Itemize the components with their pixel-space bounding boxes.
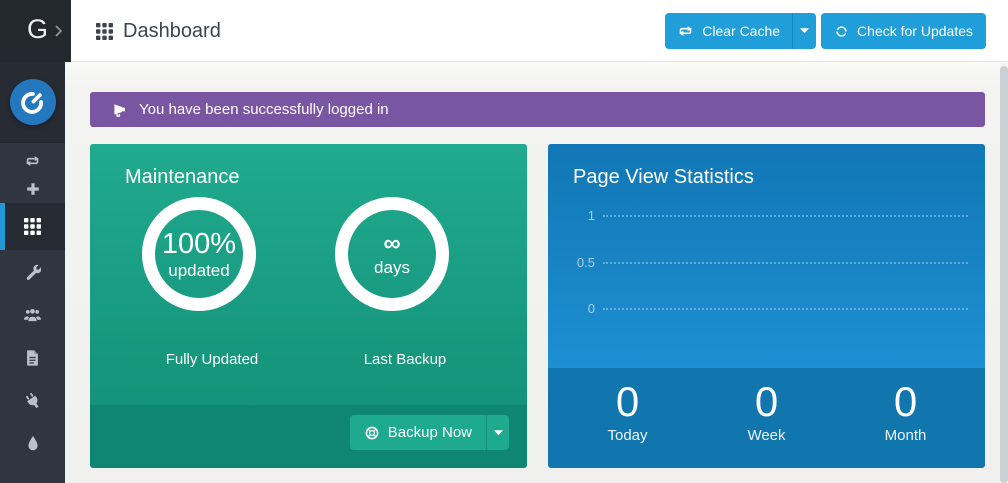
- backup-circle: ∞ days: [335, 197, 449, 311]
- clear-cache-dropdown[interactable]: [792, 13, 816, 49]
- updates-unit: updated: [168, 261, 229, 281]
- caret-down-icon: [494, 430, 503, 436]
- counter-value: 0: [558, 378, 697, 426]
- backup-now-button[interactable]: Backup Now: [350, 415, 509, 450]
- counter-month: 0 Month: [836, 368, 975, 468]
- page-title-group: Dashboard: [96, 0, 221, 62]
- maintenance-footer: Backup Now: [90, 405, 527, 468]
- notification-message: You have been successfully logged in: [139, 101, 389, 118]
- gridline-row: 0: [548, 301, 968, 315]
- backup-days-value: ∞: [383, 230, 400, 258]
- counter-week: 0 Week: [697, 368, 836, 468]
- file-icon: [25, 349, 40, 367]
- counter-label: Today: [558, 427, 697, 444]
- updates-circle: 100% updated: [142, 197, 256, 311]
- counter-value: 0: [697, 378, 836, 426]
- scrollbar-thumb[interactable]: [1000, 66, 1008, 483]
- sidebar-logo-section: [0, 62, 65, 143]
- sidebar-item-settings[interactable]: [0, 250, 65, 293]
- gridline: [603, 215, 968, 217]
- repeat-icon: [677, 24, 694, 38]
- maintenance-card: Maintenance 100% updated ∞ days Fully Up…: [90, 144, 527, 468]
- clear-cache-button[interactable]: Clear Cache: [665, 13, 816, 49]
- top-header: Dashboard Clear Cache: [0, 0, 1008, 62]
- corner-logo-block[interactable]: G: [0, 0, 71, 62]
- life-ring-icon: [364, 425, 380, 441]
- y-tick-label: 0.5: [548, 255, 603, 270]
- sidebar: [0, 62, 65, 483]
- scrollbar-track[interactable]: [1000, 63, 1008, 483]
- page-title: Dashboard: [123, 20, 221, 43]
- clear-cache-main[interactable]: Clear Cache: [665, 13, 792, 49]
- check-updates-button[interactable]: Check for Updates: [821, 13, 986, 49]
- refresh-icon: [834, 24, 849, 39]
- notification-banner: You have been successfully logged in: [90, 92, 985, 127]
- sidebar-item-clear-cache[interactable]: [0, 147, 65, 175]
- chevron-right-icon[interactable]: [55, 25, 63, 37]
- counter-label: Month: [836, 427, 975, 444]
- gridline: [603, 308, 968, 310]
- sidebar-item-pages[interactable]: [0, 336, 65, 379]
- clear-cache-label: Clear Cache: [702, 23, 780, 39]
- backup-caption: Last Backup: [335, 351, 475, 368]
- caret-down-icon: [800, 28, 809, 34]
- plug-icon: [24, 392, 42, 410]
- y-tick-label: 1: [548, 208, 603, 223]
- sidebar-item-theme[interactable]: [0, 422, 65, 465]
- backup-now-main[interactable]: Backup Now: [350, 415, 486, 450]
- check-updates-label: Check for Updates: [857, 23, 973, 39]
- plus-icon: [25, 181, 41, 197]
- counter-today: 0 Today: [558, 368, 697, 468]
- getsimple-admin-dashboard: Dashboard Clear Cache: [0, 0, 1008, 483]
- sidebar-nav: [0, 143, 65, 465]
- updates-percentage: 100%: [162, 228, 236, 261]
- updates-caption: Fully Updated: [142, 351, 282, 368]
- counter-label: Week: [697, 427, 836, 444]
- main-content: You have been successfully logged in Mai…: [65, 62, 1000, 483]
- logo-g: G: [27, 14, 48, 45]
- stats-title: Page View Statistics: [573, 166, 754, 189]
- backup-dropdown[interactable]: [486, 415, 509, 450]
- backup-now-label: Backup Now: [388, 424, 472, 441]
- maintenance-body: Maintenance 100% updated ∞ days Fully Up…: [90, 144, 527, 405]
- y-tick-label: 0: [548, 301, 603, 316]
- backup-unit: days: [374, 258, 410, 278]
- sidebar-item-add[interactable]: [0, 175, 65, 203]
- power-logo-button[interactable]: [10, 79, 56, 125]
- gridline-row: 1: [548, 208, 968, 222]
- gridline: [603, 262, 968, 264]
- counter-value: 0: [836, 378, 975, 426]
- bullhorn-icon: [110, 101, 129, 118]
- stats-card: Page View Statistics 1 0.5 0 0 Today: [548, 144, 985, 468]
- grid-icon: [96, 23, 113, 40]
- stats-chart: Page View Statistics 1 0.5 0: [548, 144, 985, 368]
- maintenance-title: Maintenance: [125, 166, 240, 189]
- power-icon: [19, 89, 46, 116]
- header-buttons: Clear Cache Check for Updates: [665, 13, 986, 49]
- gridline-row: 0.5: [548, 255, 968, 269]
- sidebar-item-dashboard[interactable]: [0, 203, 65, 250]
- sidebar-item-users[interactable]: [0, 293, 65, 336]
- grid-icon: [24, 218, 41, 235]
- users-icon: [23, 307, 42, 322]
- sidebar-item-plugins[interactable]: [0, 379, 65, 422]
- wrench-icon: [24, 263, 41, 280]
- repeat-icon: [24, 154, 41, 168]
- drop-icon: [26, 435, 40, 452]
- stats-footer: 0 Today 0 Week 0 Month: [548, 368, 985, 468]
